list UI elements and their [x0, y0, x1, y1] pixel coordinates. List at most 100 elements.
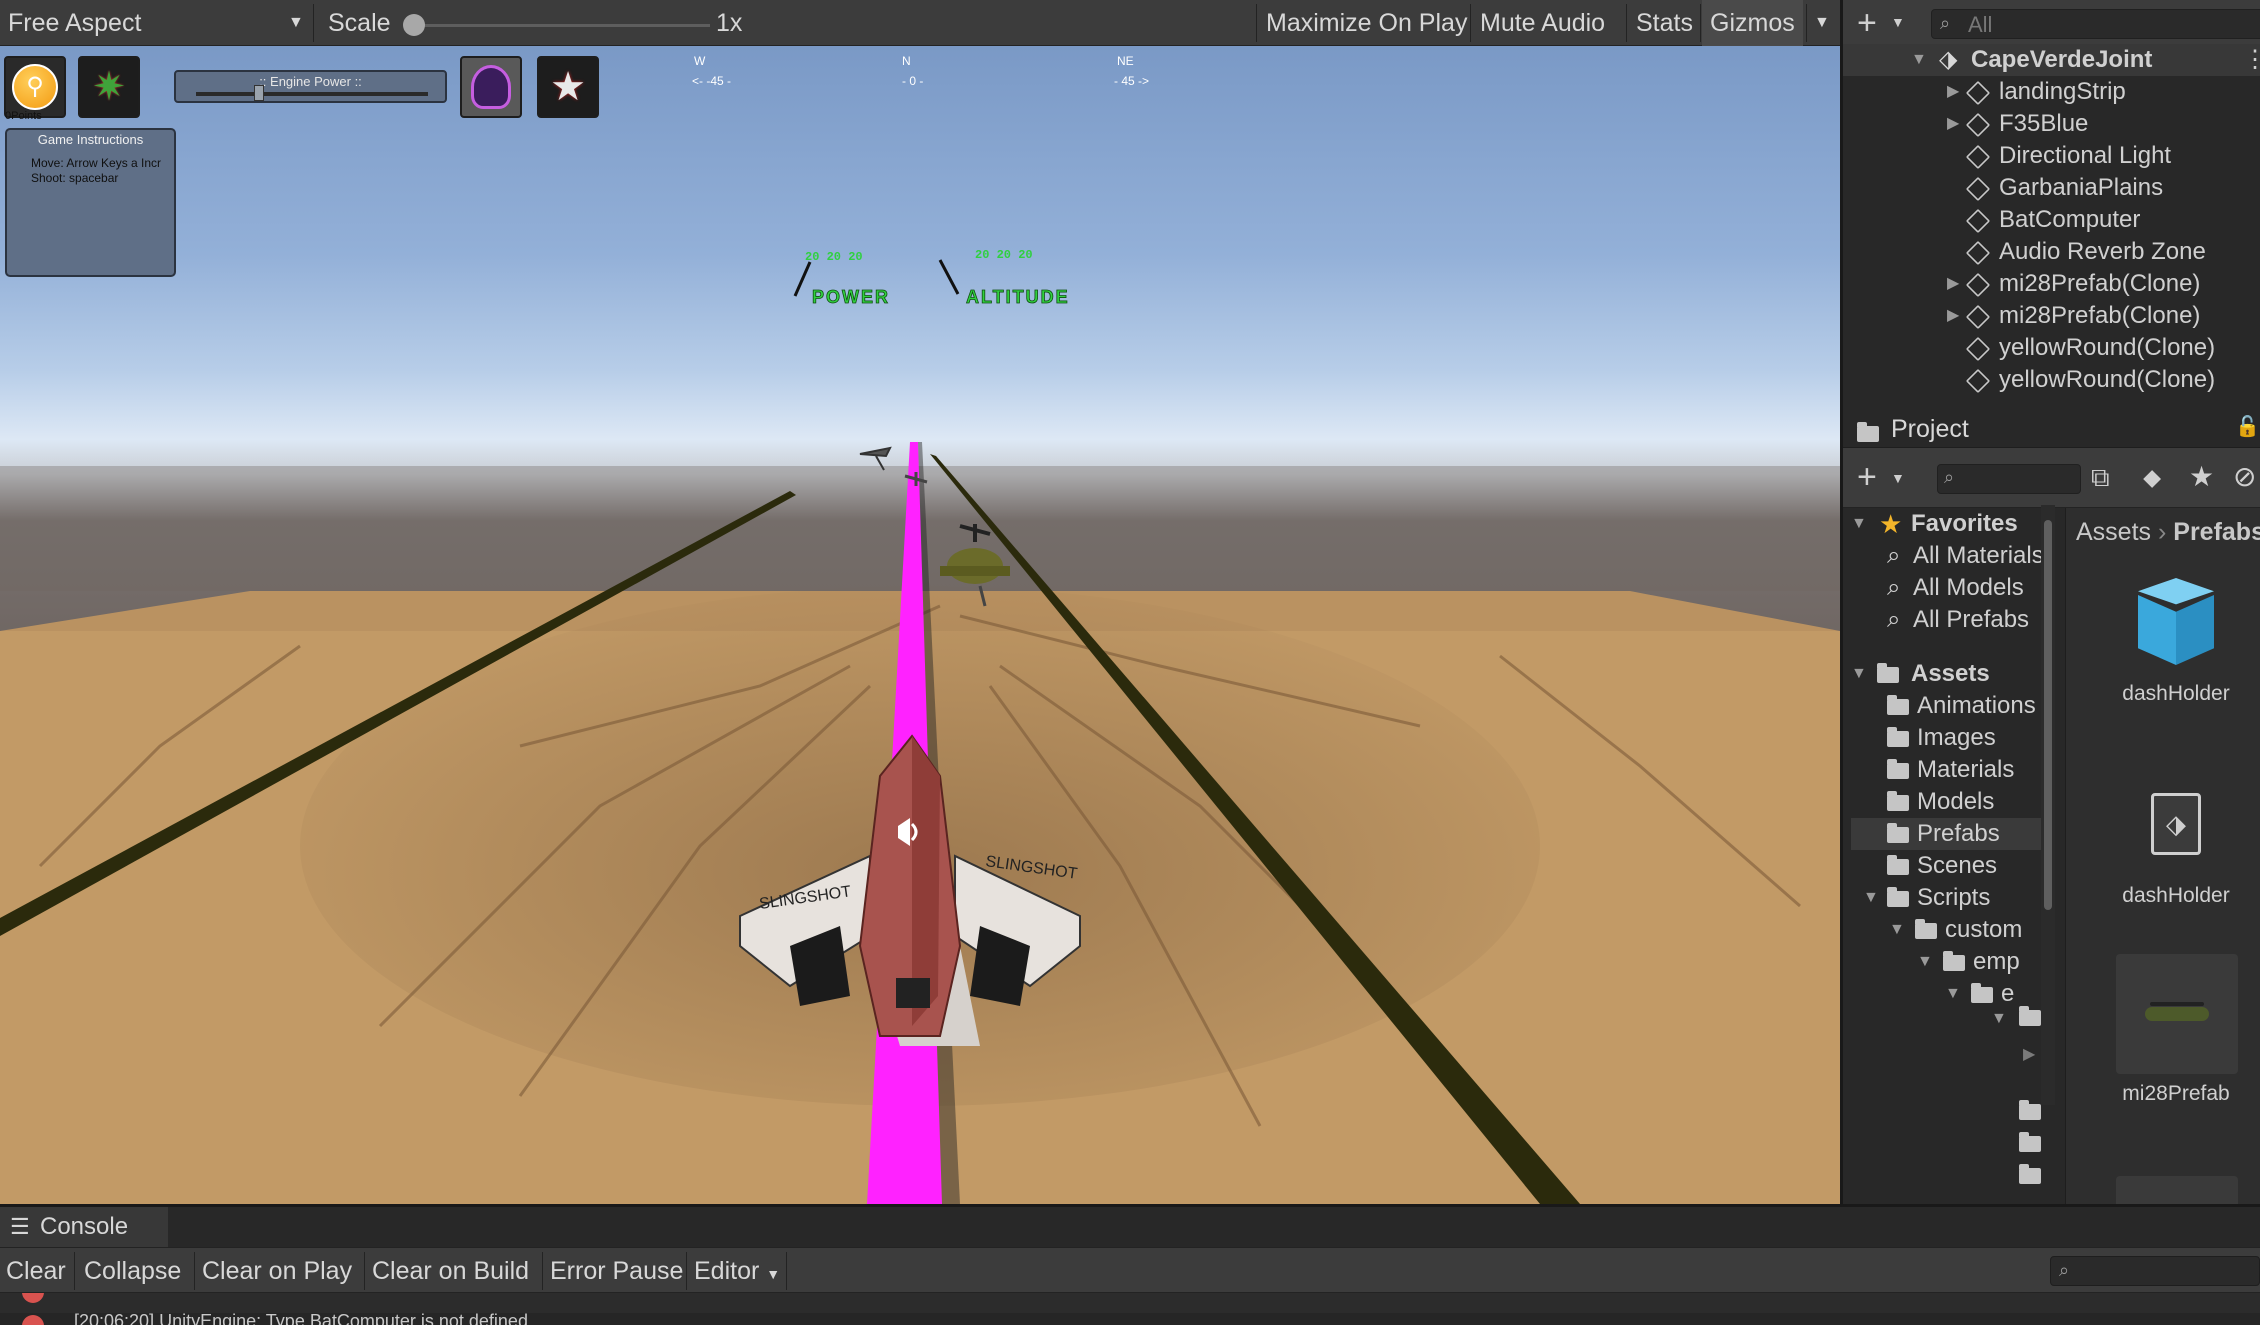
asset-item[interactable]: mi28Prefab: [2116, 954, 2238, 1106]
collapse-arrow-icon[interactable]: ▶: [2023, 1044, 2035, 1064]
mute-audio-toggle[interactable]: Mute Audio: [1472, 0, 1613, 46]
console-log-row[interactable]: [0, 1293, 2260, 1313]
hierarchy-search-input[interactable]: ⌕ All: [1931, 9, 2260, 39]
hierarchy-item[interactable]: yellowRound(Clone): [1843, 364, 2260, 396]
asset-item-partial[interactable]: [2116, 1176, 2238, 1206]
gameobject-cube-icon: [1965, 240, 1991, 266]
filter-by-label-icon[interactable]: ⬥: [2143, 462, 2161, 494]
leaf-icon[interactable]: ✷: [78, 56, 140, 118]
scene-row[interactable]: ▼ ⬗ CapeVerdeJoint ⋮: [1843, 44, 2260, 76]
engine-power-track[interactable]: [196, 92, 428, 96]
folder-row[interactable]: Models: [1851, 786, 2041, 818]
favorites-row[interactable]: ▼ ★ Favorites: [1851, 508, 2041, 540]
hidden-packages-icon[interactable]: ⊘: [2233, 460, 2256, 493]
expand-arrow-icon[interactable]: ▼: [1851, 658, 1867, 690]
hierarchy-item[interactable]: BatComputer: [1843, 204, 2260, 236]
gizmos-toggle[interactable]: Gizmos: [1702, 0, 1803, 46]
console-tab-label: Console: [40, 1213, 129, 1240]
folder-row[interactable]: ▼ emp: [1851, 946, 2041, 978]
stats-toggle[interactable]: Stats: [1628, 0, 1701, 46]
folder-row[interactable]: Animations: [1851, 690, 2041, 722]
lock-icon[interactable]: 🔓: [2235, 414, 2260, 439]
hierarchy-toolbar: + ▼ ⌕ All: [1843, 0, 2260, 46]
filter-by-type-icon[interactable]: ⧉: [2091, 462, 2110, 494]
error-icon: [22, 1315, 44, 1325]
hierarchy-item[interactable]: GarbaniaPlains: [1843, 172, 2260, 204]
search-icon: ⌕: [1887, 606, 1901, 633]
chevron-down-icon[interactable]: ▼: [1891, 470, 1905, 486]
breadcrumb-current[interactable]: Prefabs: [2173, 518, 2260, 546]
favorite-item[interactable]: ⌕ All Prefabs: [1851, 604, 2041, 636]
scale-slider-handle[interactable]: [403, 14, 425, 36]
collapse-button[interactable]: Collapse: [78, 1248, 187, 1294]
pilot-avatar-icon[interactable]: [460, 56, 522, 118]
folder-row[interactable]: Scenes: [1851, 850, 2041, 882]
favorite-item[interactable]: ⌕ All Models: [1851, 572, 2041, 604]
favorites-label: Favorites: [1911, 510, 2018, 537]
hierarchy-item[interactable]: ▶ F35Blue: [1843, 108, 2260, 140]
key-coin-icon[interactable]: ⚲: [4, 56, 66, 118]
flag-star-icon[interactable]: ★: [537, 56, 599, 118]
scale-slider-track[interactable]: [410, 24, 710, 27]
hierarchy-item[interactable]: Directional Light: [1843, 140, 2260, 172]
folder-row[interactable]: ▼ e: [1851, 978, 2041, 1010]
hierarchy-item[interactable]: ▶ landingStrip: [1843, 76, 2260, 108]
expand-arrow-icon[interactable]: ▼: [1945, 978, 1961, 1010]
console-log-row[interactable]: [20:06:20] UnityEngine: Type BatComputer…: [0, 1313, 2260, 1325]
folder-row[interactable]: ▼ Scripts: [1851, 882, 2041, 914]
maximize-on-play-toggle[interactable]: Maximize On Play: [1258, 0, 1475, 46]
breadcrumb-root[interactable]: Assets: [2076, 518, 2151, 546]
engine-power-handle[interactable]: [253, 85, 264, 101]
project-search-input[interactable]: ⌕: [1937, 464, 2081, 494]
expand-arrow-icon[interactable]: ▼: [1863, 882, 1879, 914]
power-gauge-ticks: 20 20 20: [805, 250, 863, 264]
expand-arrow-icon[interactable]: ▶: [1947, 76, 1959, 108]
clear-button[interactable]: Clear: [0, 1248, 72, 1294]
chevron-down-icon[interactable]: ▼: [1891, 14, 1905, 30]
clear-on-play-button[interactable]: Clear on Play: [196, 1248, 358, 1294]
asset-item[interactable]: dashHolder: [2116, 570, 2236, 706]
expand-arrow-icon[interactable]: ▼: [1851, 508, 1867, 540]
asset-item[interactable]: ⬗ dashHolder: [2116, 772, 2236, 908]
unity-scene-icon: ⬗: [1939, 46, 1958, 73]
console-tab[interactable]: ☰ Console: [0, 1207, 168, 1247]
gameobject-cube-icon: [1965, 80, 1991, 106]
gizmos-dropdown-icon[interactable]: ▼: [1806, 0, 1840, 46]
hierarchy-item[interactable]: ▶ mi28Prefab(Clone): [1843, 300, 2260, 332]
project-toolbar: + ▼ ⌕ ⧉ ⬥ ★ ⊘: [1843, 448, 2260, 508]
gameobject-cube-icon: [1965, 304, 1991, 330]
favorite-item[interactable]: ⌕ All Materials: [1851, 540, 2041, 572]
add-icon[interactable]: +: [1857, 458, 1877, 497]
expand-arrow-icon[interactable]: ▼: [1911, 44, 1927, 76]
clear-on-build-button[interactable]: Clear on Build: [366, 1248, 535, 1294]
project-tree-scroll-thumb[interactable]: [2044, 520, 2052, 910]
expand-arrow-icon[interactable]: ▼: [1991, 1010, 2007, 1028]
folder-label: Scenes: [1917, 852, 1998, 879]
expand-arrow-icon[interactable]: ▼: [1889, 914, 1905, 946]
folder-icon: [2019, 1132, 2041, 1152]
folder-row[interactable]: Materials: [1851, 754, 2041, 786]
folder-row[interactable]: ▼ custom: [1851, 914, 2041, 946]
add-icon[interactable]: +: [1857, 4, 1877, 43]
more-options-icon[interactable]: ⋮: [2243, 44, 2260, 76]
assets-root-row[interactable]: ▼ Assets: [1851, 658, 2041, 690]
expand-arrow-icon[interactable]: ▼: [1917, 946, 1933, 978]
folder-icon: [1887, 695, 1909, 715]
folder-row[interactable]: Images: [1851, 722, 2041, 754]
folder-icon: [2019, 1164, 2041, 1184]
expand-arrow-icon[interactable]: ▶: [1947, 268, 1959, 300]
expand-arrow-icon[interactable]: ▶: [1947, 300, 1959, 332]
folder-row[interactable]: Prefabs: [1851, 818, 2041, 850]
hierarchy-item[interactable]: Audio Reverb Zone: [1843, 236, 2260, 268]
console-search-input[interactable]: ⌕: [2050, 1256, 2260, 1286]
hierarchy-item[interactable]: ▶ mi28Prefab(Clone): [1843, 268, 2260, 300]
favorites-star-icon[interactable]: ★: [2189, 460, 2214, 493]
favorite-item-label: All Models: [1913, 574, 2024, 601]
hierarchy-item[interactable]: yellowRound(Clone): [1843, 332, 2260, 364]
aspect-dropdown[interactable]: Free Aspect ▼: [0, 0, 310, 46]
editor-dropdown[interactable]: Editor ▼: [688, 1248, 786, 1294]
project-tab[interactable]: Project 🔓: [1843, 410, 2260, 448]
expand-arrow-icon[interactable]: ▶: [1947, 108, 1959, 140]
game-view[interactable]: SLINGSHOT SLINGSHOT 20 20 20 POWER 20 20…: [0, 46, 1840, 1204]
error-pause-button[interactable]: Error Pause: [544, 1248, 689, 1294]
